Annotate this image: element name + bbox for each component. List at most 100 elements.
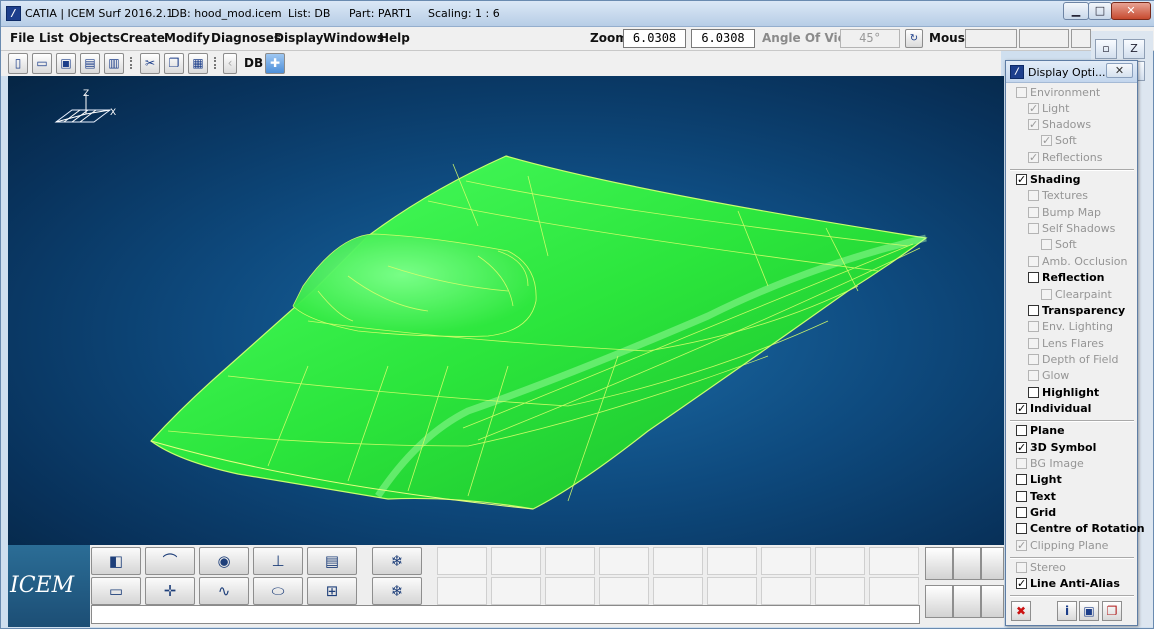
menu-display[interactable]: Display xyxy=(274,31,323,45)
display-options-panel: / Display Opti... ✕ Environment ✓ Light ✓… xyxy=(1005,60,1145,626)
checkbox-icon: ✓ xyxy=(1016,441,1027,454)
new-file-icon[interactable]: ▯ xyxy=(8,53,28,74)
menu-help[interactable]: Help xyxy=(379,31,410,45)
grid-icon[interactable]: ⊞ xyxy=(307,577,357,605)
checkbox-icon xyxy=(1016,507,1027,518)
hood-surface[interactable] xyxy=(150,155,928,510)
empty-slot xyxy=(869,547,919,575)
main-toolbar: ▯ ▭ ▣ ▤ ▥ ✂ ❐ ▦ ‹ DB ✚ xyxy=(1,51,1001,76)
checkbox-icon xyxy=(1028,354,1039,365)
empty-slot xyxy=(599,547,649,575)
menu-file[interactable]: File xyxy=(10,31,35,45)
panel-separator xyxy=(1010,557,1134,559)
3d-viewport[interactable]: Z X xyxy=(8,76,1004,545)
save-icon[interactable]: ▣ xyxy=(56,53,76,74)
app-logo-icon: / xyxy=(6,6,21,21)
hood-surface-render: Z X xyxy=(54,89,928,510)
part-title: Part: PART1 xyxy=(349,7,412,20)
cancel-x-icon[interactable]: ✖ xyxy=(1011,601,1031,621)
axis-x-label: X xyxy=(110,108,116,118)
empty-slot xyxy=(869,577,919,605)
empty-slot xyxy=(761,547,811,575)
maximize-button[interactable]: □ xyxy=(1088,2,1112,20)
windows-config-icon[interactable]: ❐ xyxy=(1102,601,1122,621)
display-options-app-icon: / xyxy=(1010,65,1024,79)
info-icon[interactable]: i xyxy=(1057,601,1077,621)
print-icon[interactable]: ▥ xyxy=(104,53,124,74)
eraser-icon[interactable]: ⬭ xyxy=(253,577,303,605)
checkbox-icon xyxy=(1028,256,1039,267)
axis-z-icon[interactable]: Z xyxy=(1123,39,1145,59)
curve-icon[interactable]: ∿ xyxy=(199,577,249,605)
empty-slot xyxy=(491,547,541,575)
side-tool-icon[interactable]: ▫ xyxy=(1095,39,1117,59)
checkbox-icon xyxy=(1041,239,1052,250)
display-options-close-button[interactable]: ✕ xyxy=(1106,63,1133,78)
object-browser-icon[interactable]: ▤ xyxy=(307,547,357,575)
checkbox-icon: ✓ xyxy=(1028,102,1039,115)
checkbox-icon xyxy=(1016,474,1027,485)
db-list-label: DB xyxy=(244,56,264,70)
scaling-title: Scaling: 1 : 6 xyxy=(428,7,500,20)
pan-icon[interactable]: ✛ xyxy=(145,577,195,605)
open-folder-icon[interactable]: ▭ xyxy=(32,53,52,74)
save-as-icon[interactable]: ▤ xyxy=(80,53,100,74)
empty-slot xyxy=(815,577,865,605)
display-options-title: Display Opti... xyxy=(1028,66,1106,79)
command-input[interactable] xyxy=(91,605,920,624)
zoom-input[interactable]: 6.0308 xyxy=(623,29,686,48)
angle-of-view-input[interactable]: 45° xyxy=(840,29,900,48)
checkbox-icon xyxy=(1016,458,1027,469)
eye-icon[interactable]: ◉ xyxy=(199,547,249,575)
menu-diagnoses[interactable]: Diagnoses xyxy=(211,31,281,45)
folder-icon[interactable]: ▭ xyxy=(91,577,141,605)
angle-lock-icon[interactable]: ↻ xyxy=(905,29,923,48)
copy-icon[interactable]: ❐ xyxy=(164,53,184,74)
pan-dial-icon[interactable] xyxy=(925,585,953,618)
zoom-dial-icon[interactable] xyxy=(953,547,981,580)
spin-dial-icon[interactable] xyxy=(981,547,1004,580)
checkbox-icon xyxy=(1028,190,1039,201)
roll-dial-icon[interactable] xyxy=(981,585,1004,618)
empty-slot xyxy=(545,577,595,605)
checkbox-icon xyxy=(1028,207,1039,218)
db-title: DB: hood_mod.icem xyxy=(171,7,282,20)
menu-list[interactable]: List xyxy=(39,31,64,45)
menu-windows[interactable]: Windows xyxy=(323,31,384,45)
checkbox-icon: ✓ xyxy=(1028,151,1039,164)
mouse-z-field xyxy=(1071,29,1091,48)
menu-create[interactable]: Create xyxy=(120,31,165,45)
add-list-icon[interactable]: ✚ xyxy=(265,53,285,74)
checkbox-icon xyxy=(1028,272,1039,283)
minimize-button[interactable]: ▁ xyxy=(1063,2,1089,20)
cut-icon[interactable]: ✂ xyxy=(140,53,160,74)
zoom-input-2[interactable]: 6.0308 xyxy=(691,29,755,48)
view-create-icon[interactable]: ◧ xyxy=(91,547,141,575)
mouse-x-field xyxy=(965,29,1017,48)
snowflake-undo-icon[interactable]: ❄ xyxy=(372,577,422,605)
empty-slot xyxy=(545,547,595,575)
menu-modify[interactable]: Modify xyxy=(164,31,210,45)
menu-objects[interactable]: Objects xyxy=(69,31,120,45)
empty-slot xyxy=(653,547,703,575)
snowflake-icon[interactable]: ❄ xyxy=(372,547,422,575)
window-icon[interactable]: ▣ xyxy=(1079,601,1099,621)
checkbox-icon: ✓ xyxy=(1016,539,1027,552)
checkbox-icon xyxy=(1028,370,1039,381)
panel-separator xyxy=(1010,595,1134,597)
close-button[interactable]: ✕ xyxy=(1111,2,1151,20)
checkbox-icon: ✓ xyxy=(1028,118,1039,131)
empty-slot xyxy=(653,577,703,605)
checkbox-icon: ✓ xyxy=(1041,134,1052,147)
view-rotate-icon[interactable]: ⌒ xyxy=(145,547,195,575)
paste-icon[interactable]: ▦ xyxy=(188,53,208,74)
icem-surf-window: / CATIA | ICEM Surf 2016.2.1 DB: hood_mo… xyxy=(0,0,1154,629)
checkbox-icon xyxy=(1028,305,1039,316)
tree-icon[interactable]: ⊥ xyxy=(253,547,303,575)
empty-slot xyxy=(437,547,487,575)
list-back-icon[interactable]: ‹ xyxy=(223,53,237,74)
tilt-dial-icon[interactable] xyxy=(953,585,981,618)
empty-slot xyxy=(491,577,541,605)
rotate-dial-icon[interactable] xyxy=(925,547,953,580)
checkbox-icon xyxy=(1016,87,1027,98)
